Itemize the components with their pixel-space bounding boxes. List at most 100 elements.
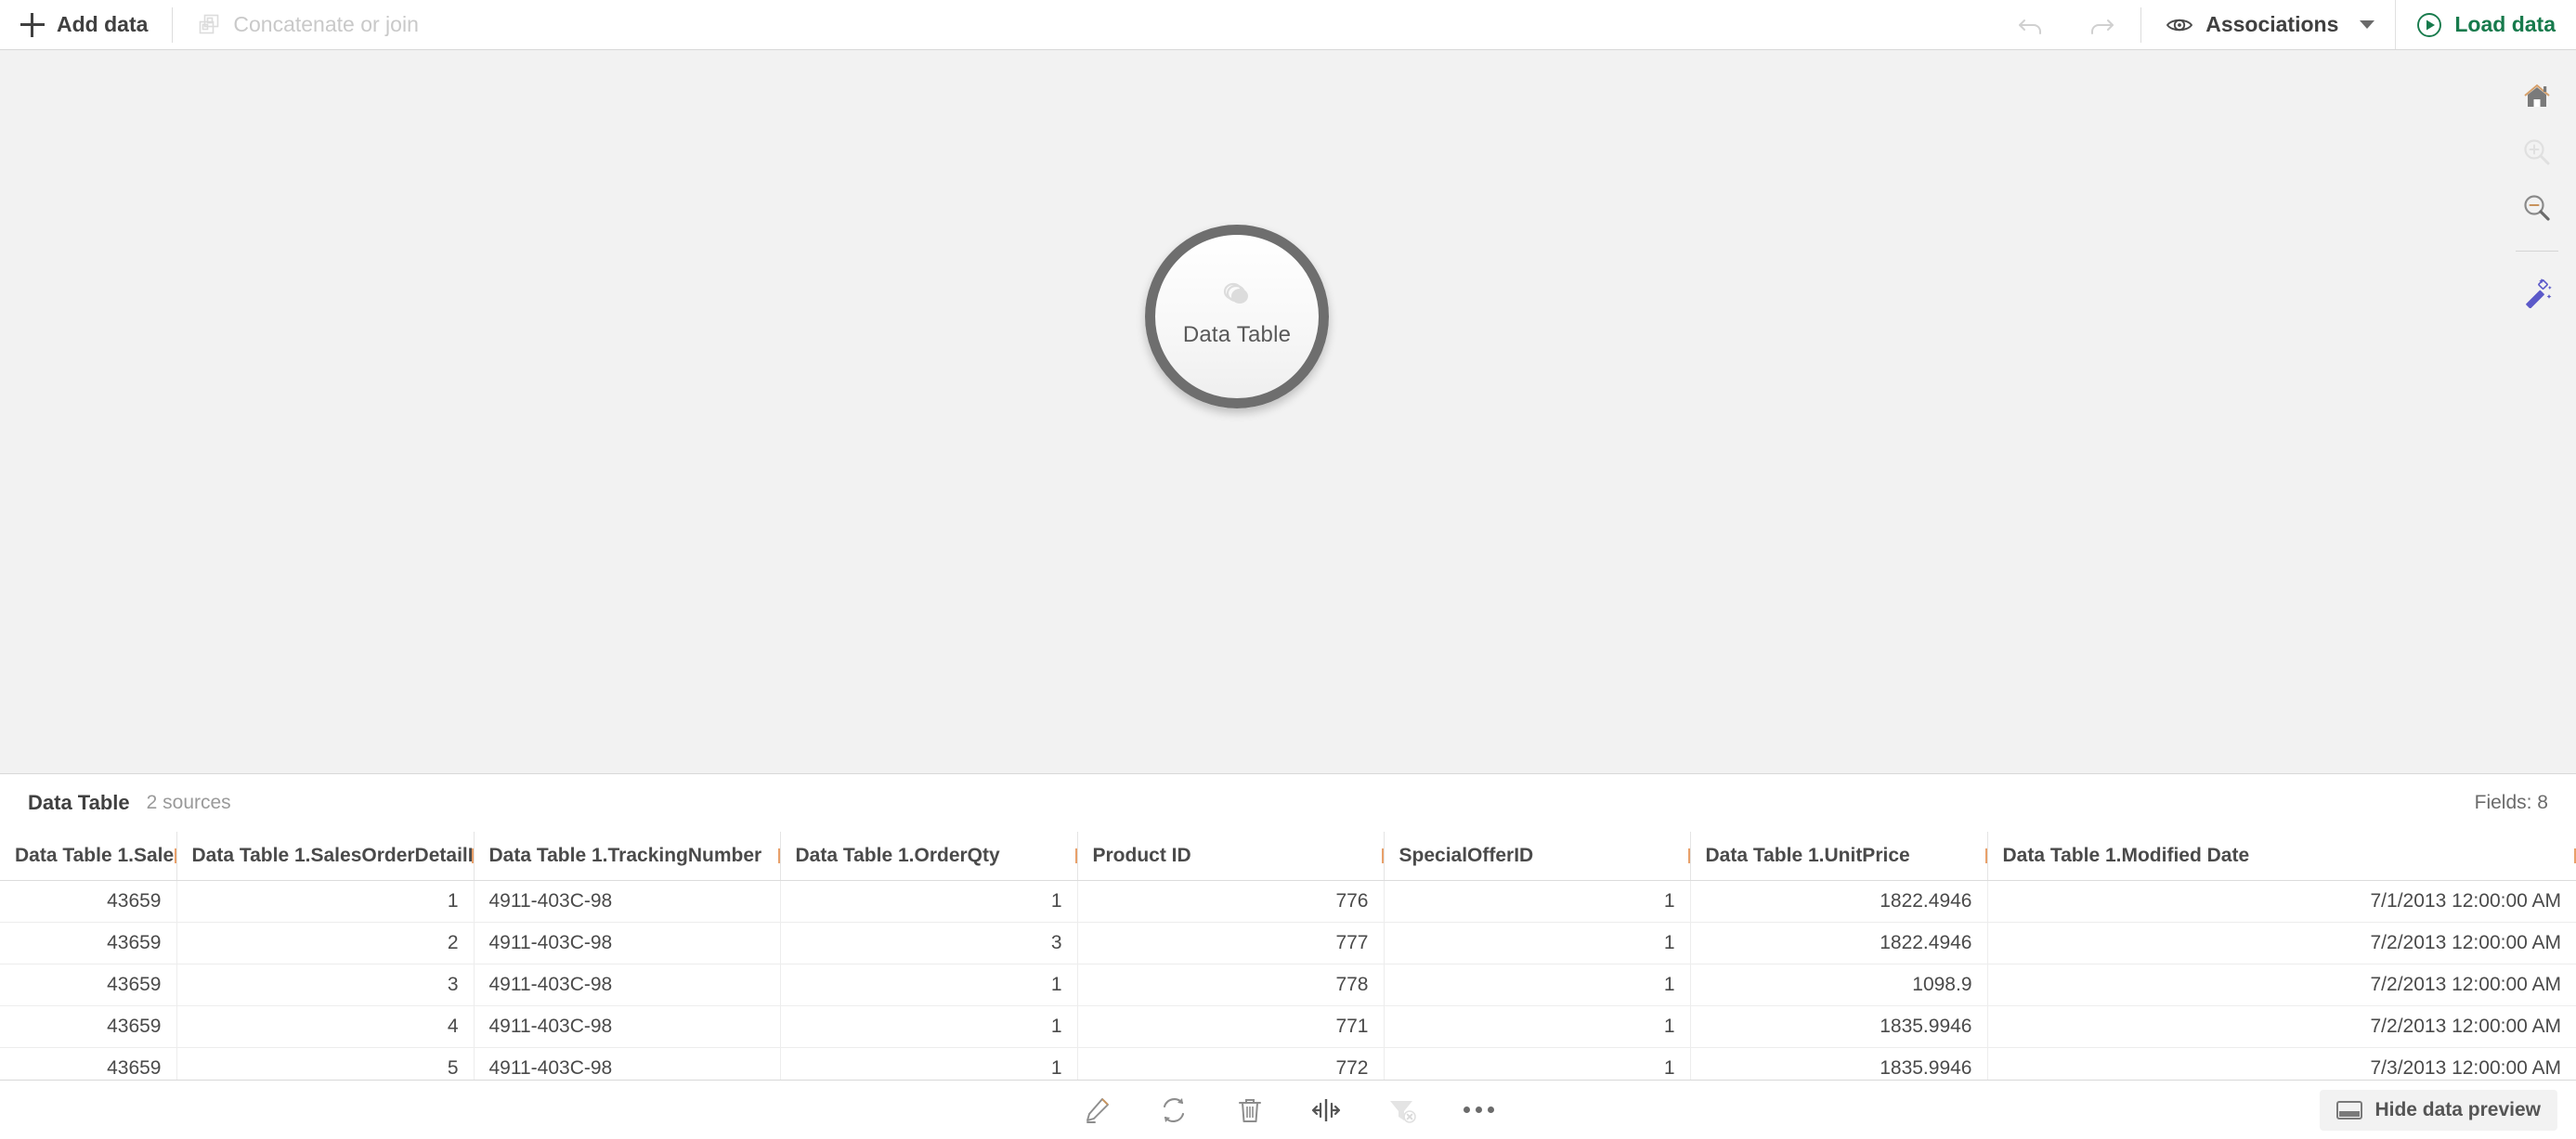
table-cell: 2 [176, 922, 475, 964]
concatenate-label: Concatenate or join [233, 12, 419, 36]
column-header-label: Data Table 1.SalesOrderID [15, 844, 176, 866]
column-header-4[interactable]: Product ID [1077, 832, 1385, 881]
model-canvas[interactable]: Data Table [0, 50, 2576, 773]
load-data-label: Load data [2454, 12, 2556, 36]
associations-label: Associations [2205, 12, 2339, 36]
preview-table-scroll[interactable]: Data Table 1.SalesOrderID Data Table 1.Sa… [0, 832, 2576, 1080]
preview-title: Data Table [28, 791, 130, 814]
table-cell: 5 [176, 1047, 475, 1080]
plus-icon [20, 12, 45, 37]
concatenate-icon [197, 13, 221, 37]
split-columns-icon[interactable] [1305, 1089, 1347, 1132]
data-table-bubble[interactable]: Data Table [1145, 225, 1329, 408]
column-header-7[interactable]: Data Table 1.Modified Date [1987, 832, 2576, 881]
table-cell: 1 [1384, 1005, 1691, 1048]
play-circle-icon [2416, 12, 2442, 38]
toolbar-right-group: Associations Load data [1996, 0, 2576, 49]
preview-table-head: Data Table 1.SalesOrderID Data Table 1.Sa… [0, 832, 2576, 881]
column-header-label: Data Table 1.SalesOrderDetailID [191, 844, 474, 866]
associations-button[interactable]: Associations [2145, 0, 2395, 49]
stacked-discs-icon [1218, 281, 1255, 311]
table-cell: 43659 [0, 1005, 177, 1048]
table-header-row: Data Table 1.SalesOrderID Data Table 1.Sa… [0, 832, 2576, 881]
concatenate-or-join-button[interactable]: Concatenate or join [176, 0, 438, 49]
table-row[interactable]: 43659 2 4911-403C-98 3 777 1 1822.4946 7/2/2013… [0, 922, 2576, 964]
redo-button[interactable] [2066, 0, 2137, 49]
table-cell: 777 [1077, 922, 1385, 964]
undo-arrow-icon [2016, 10, 2046, 40]
table-cell: 43659 [0, 922, 177, 964]
table-cell: 1822.4946 [1690, 880, 1988, 923]
top-toolbar: Add data Concatenate or join Association… [0, 0, 2576, 50]
table-cell: 7/2/2013 12:00:00 AM [1987, 1005, 2576, 1048]
hide-data-preview-label: Hide data preview [2374, 1098, 2541, 1120]
column-header-1[interactable]: Data Table 1.SalesOrderDetailID [176, 832, 475, 881]
table-cell: 7/3/2013 12:00:00 AM [1987, 1047, 2576, 1080]
canvas-tool-rail [2498, 50, 2576, 773]
zoom-out-icon[interactable] [2511, 182, 2563, 234]
column-header-label: Product ID [1092, 844, 1191, 866]
table-cell: 3 [176, 964, 475, 1006]
column-header-label: Data Table 1.UnitPrice [1705, 844, 1910, 866]
table-row[interactable]: 43659 5 4911-403C-98 1 772 1 1835.9946 7/3/2013… [0, 1047, 2576, 1080]
table-cell: 4 [176, 1005, 475, 1048]
column-header-label: Data Table 1.TrackingNumber [488, 844, 762, 866]
table-cell: 1 [780, 964, 1078, 1006]
data-table-bubble-circle[interactable]: Data Table [1145, 225, 1329, 408]
table-cell: 1835.9946 [1690, 1005, 1988, 1048]
panel-icon [2336, 1099, 2363, 1121]
table-cell: 4911-403C-98 [474, 1005, 781, 1048]
table-row[interactable]: 43659 3 4911-403C-98 1 778 1 1098.9 7/2/2013 12… [0, 964, 2576, 1006]
table-cell: 4911-403C-98 [474, 922, 781, 964]
table-cell: 4911-403C-98 [474, 964, 781, 1006]
column-header-label: Data Table 1.Modified Date [2002, 844, 2250, 866]
undo-button[interactable] [1996, 0, 2066, 49]
table-cell: 1 [176, 880, 475, 923]
toolbar-left-group: Add data Concatenate or join [0, 0, 439, 49]
refresh-icon[interactable] [1152, 1089, 1195, 1132]
more-options-dots [1463, 1107, 1494, 1113]
column-header-0[interactable]: Data Table 1.SalesOrderID [0, 832, 177, 881]
more-options-icon[interactable] [1457, 1089, 1500, 1132]
eye-icon [2166, 11, 2193, 39]
home-icon[interactable] [2511, 71, 2563, 123]
table-cell: 778 [1077, 964, 1385, 1006]
table-row[interactable]: 43659 1 4911-403C-98 1 776 1 1822.4946 7/1/2013… [0, 880, 2576, 923]
preview-table-body: 43659 1 4911-403C-98 1 776 1 1822.4946 7/1/2013… [0, 880, 2576, 1080]
hide-data-preview-button[interactable]: Hide data preview [2320, 1089, 2557, 1131]
table-row[interactable]: 43659 4 4911-403C-98 1 771 1 1835.9946 7/2/2013… [0, 1005, 2576, 1048]
delete-trash-icon[interactable] [1229, 1089, 1271, 1132]
table-cell: 1 [1384, 880, 1691, 923]
column-header-3[interactable]: Data Table 1.OrderQty [780, 832, 1078, 881]
table-cell: 7/2/2013 12:00:00 AM [1987, 922, 2576, 964]
table-cell: 3 [780, 922, 1078, 964]
rail-divider [2516, 251, 2558, 252]
preview-table: Data Table 1.SalesOrderID Data Table 1.Sa… [0, 832, 2576, 1080]
bottom-action-bar: Hide data preview [0, 1080, 2576, 1139]
add-data-button[interactable]: Add data [0, 0, 168, 49]
table-cell: 1 [780, 880, 1078, 923]
toolbar-divider-2 [2140, 6, 2142, 43]
table-cell: 43659 [0, 880, 177, 923]
table-cell: 1 [1384, 922, 1691, 964]
column-header-5[interactable]: SpecialOfferID [1384, 832, 1691, 881]
preview-header: Data Table 2 sources Fields: 8 [0, 774, 2576, 832]
data-manager-screen: Add data Concatenate or join Association… [0, 0, 2576, 1139]
table-cell: 1 [780, 1005, 1078, 1048]
table-cell: 1 [1384, 964, 1691, 1006]
preview-sources-count: 2 sources [146, 792, 231, 813]
table-cell: 772 [1077, 1047, 1385, 1080]
table-cell: 1822.4946 [1690, 922, 1988, 964]
clear-filter-icon[interactable] [1381, 1089, 1424, 1132]
bottom-actions-group [1076, 1089, 1500, 1132]
load-data-button[interactable]: Load data [2396, 0, 2576, 49]
magic-wand-icon[interactable] [2511, 266, 2563, 318]
edit-pencil-icon[interactable] [1076, 1089, 1119, 1132]
table-cell: 1835.9946 [1690, 1047, 1988, 1080]
table-cell: 776 [1077, 880, 1385, 923]
table-cell: 43659 [0, 1047, 177, 1080]
column-header-6[interactable]: Data Table 1.UnitPrice [1690, 832, 1988, 881]
column-header-label: SpecialOfferID [1399, 844, 1534, 866]
zoom-in-icon[interactable] [2511, 126, 2563, 178]
column-header-2[interactable]: Data Table 1.TrackingNumber [474, 832, 781, 881]
